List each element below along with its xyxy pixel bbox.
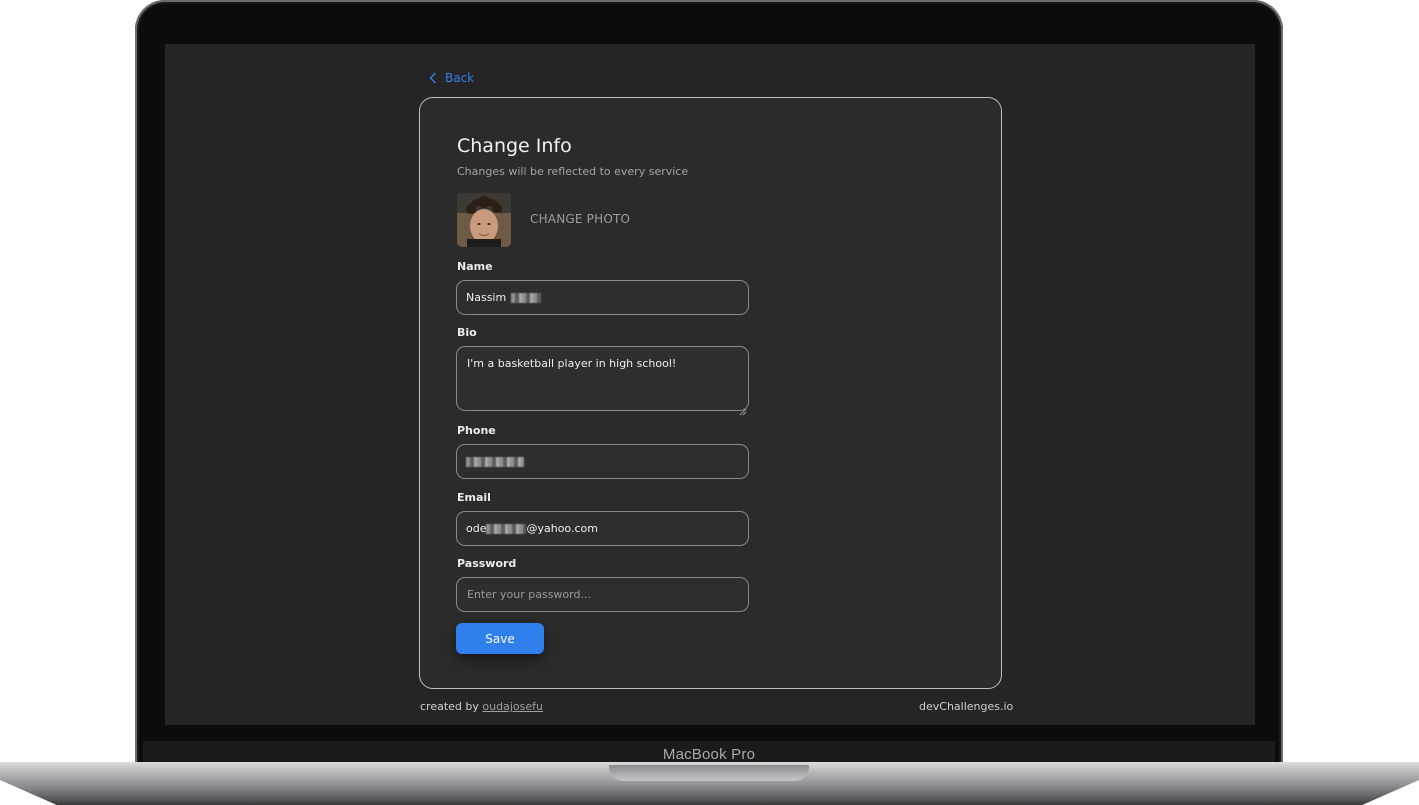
page-subtitle: Changes will be reflected to every servi…: [457, 165, 689, 178]
bio-field[interactable]: I'm a basketball player in high school!: [456, 346, 749, 411]
bio-label: Bio: [457, 326, 477, 339]
screen: Back Change Info Changes will be reflect…: [165, 44, 1255, 725]
change-photo-button[interactable]: CHANGE PHOTO: [530, 212, 630, 226]
footer-created-by: created by: [420, 700, 479, 713]
save-button[interactable]: Save: [456, 623, 544, 654]
footer-credit: created by oudajosefu: [420, 700, 543, 713]
device-model-label: MacBook Pro: [662, 746, 756, 763]
email-field[interactable]: [456, 511, 749, 546]
avatar[interactable]: [457, 193, 511, 247]
name-field[interactable]: [456, 280, 749, 315]
change-info-card: Change Info Changes will be reflected to…: [419, 97, 1002, 689]
back-link[interactable]: Back: [429, 69, 474, 87]
name-label: Name: [457, 260, 493, 273]
page-title: Change Info: [457, 135, 572, 157]
back-label: Back: [445, 71, 475, 85]
resize-grip-icon[interactable]: [739, 401, 747, 416]
footer-site: devChallenges.io: [919, 700, 1014, 713]
phone-field[interactable]: [456, 444, 749, 479]
password-field[interactable]: [456, 577, 749, 612]
laptop-notch: [609, 765, 809, 781]
email-label: Email: [457, 491, 491, 504]
chevron-left-icon: [429, 72, 437, 84]
author-link[interactable]: oudajosefu: [482, 700, 543, 713]
password-label: Password: [457, 557, 517, 570]
phone-label: Phone: [457, 424, 496, 437]
